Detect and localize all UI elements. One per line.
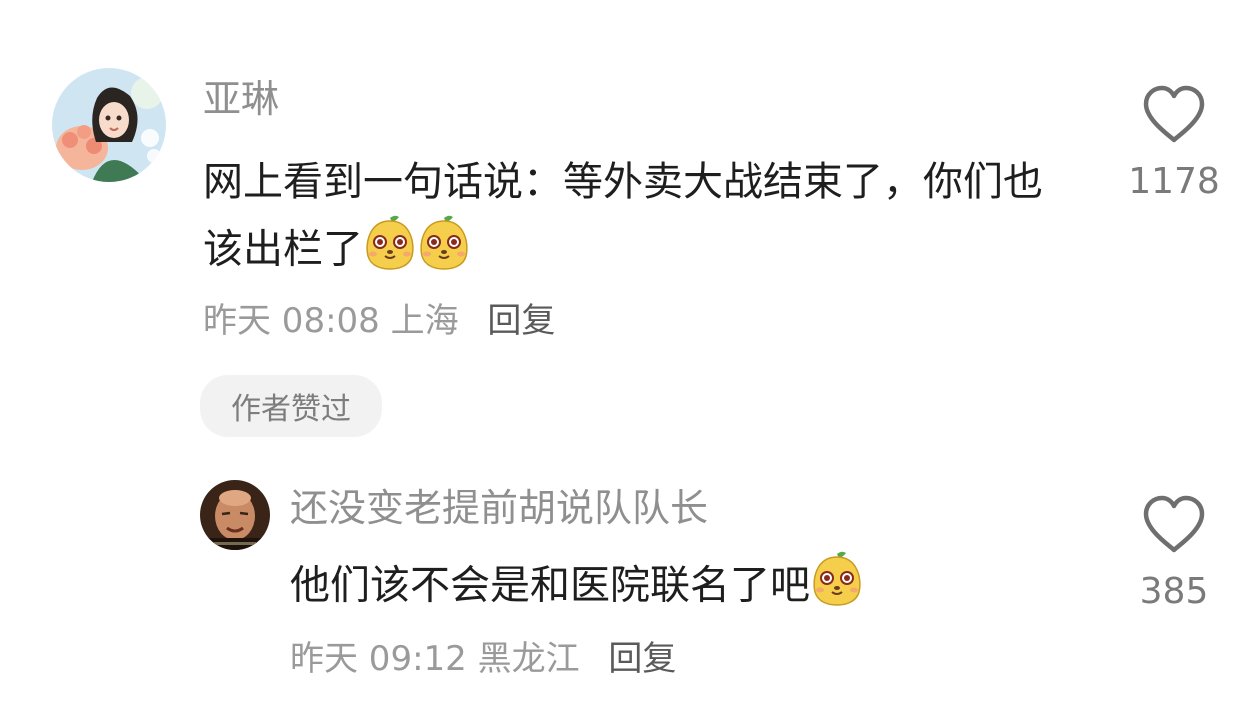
like-count: 385 [1139, 571, 1209, 612]
comment-username[interactable]: 亚琳 [203, 76, 279, 122]
comment-location: 上海 [390, 301, 459, 341]
mango-mascot-emoji [810, 550, 864, 625]
comment-text: 他们该不会是和医院联名了吧 [290, 550, 1050, 625]
comment-meta: 昨天 09:12 黑龙江 回复 [290, 636, 676, 682]
comment-time: 昨天 08:08 [203, 301, 380, 341]
mango-mascot-emoji [363, 214, 417, 289]
avatar[interactable] [200, 480, 270, 550]
author-liked-badge: 作者赞过 [200, 375, 382, 437]
mango-mascot-emoji [417, 214, 471, 289]
heart-outline-icon[interactable] [1140, 82, 1208, 146]
reply-button[interactable]: 回复 [487, 301, 555, 341]
comment-text-content: 他们该不会是和医院联名了吧 [290, 562, 810, 609]
comment-text-content: 网上看到一句话说：等外卖大战结束了，你们也该出栏了 [203, 159, 1043, 273]
comment-text: 网上看到一句话说：等外卖大战结束了，你们也该出栏了 [203, 150, 1043, 289]
heart-outline-icon[interactable] [1140, 492, 1208, 556]
comment-meta: 昨天 08:08 上海 回复 [203, 298, 555, 344]
avatar[interactable] [52, 68, 166, 182]
comment-username[interactable]: 还没变老提前胡说队队长 [290, 485, 708, 531]
reply-button[interactable]: 回复 [608, 639, 676, 679]
comment-time: 昨天 09:12 [290, 639, 467, 679]
like-count: 1178 [1128, 161, 1220, 202]
comment-location: 黑龙江 [477, 639, 580, 679]
